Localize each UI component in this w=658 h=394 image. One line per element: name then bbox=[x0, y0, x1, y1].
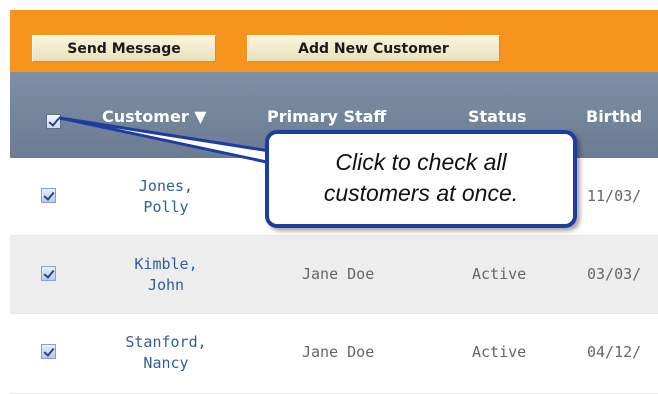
birthday-cell: 04/12/ bbox=[587, 343, 642, 361]
tooltip-callout: Click to check all customers at once. bbox=[265, 130, 577, 228]
select-all-checkbox[interactable] bbox=[46, 114, 61, 129]
birthday-cell: 03/03/ bbox=[587, 265, 642, 283]
customer-last-name: Stanford, bbox=[125, 333, 207, 351]
birthday-cell: 11/03/ bbox=[587, 187, 642, 205]
customer-last-name: Jones, bbox=[138, 177, 194, 195]
customer-name-link[interactable]: Kimble, John bbox=[106, 254, 226, 296]
status-cell: Active bbox=[472, 343, 527, 361]
customer-first-name: Polly bbox=[143, 198, 189, 216]
customer-name-link[interactable]: Jones, Polly bbox=[106, 176, 226, 218]
primary-staff-cell: Jane Doe bbox=[302, 343, 375, 361]
column-header-primary-staff[interactable]: Primary Staff bbox=[267, 107, 386, 126]
customer-first-name: Nancy bbox=[143, 354, 189, 372]
column-header-customer[interactable]: Customer ▼ bbox=[102, 107, 207, 126]
customer-last-name: Kimble, bbox=[134, 255, 198, 273]
column-header-birthday[interactable]: Birthd bbox=[586, 107, 642, 126]
customer-list-screen: Send Message Add New Customer Customer ▼… bbox=[0, 0, 658, 394]
add-new-customer-button[interactable]: Add New Customer bbox=[247, 35, 500, 62]
primary-staff-cell: Jane Doe bbox=[302, 265, 375, 283]
customer-first-name: John bbox=[147, 276, 185, 294]
send-message-button[interactable]: Send Message bbox=[32, 35, 216, 62]
callout-text-line-2: customers at once. bbox=[323, 180, 519, 206]
table-row: Stanford, Nancy Jane Doe Active 04/12/ bbox=[10, 314, 658, 394]
row-checkbox[interactable] bbox=[41, 266, 56, 281]
callout-text-line-1: Click to check all bbox=[335, 149, 507, 175]
row-checkbox[interactable] bbox=[41, 188, 56, 203]
column-header-status[interactable]: Status bbox=[468, 107, 527, 126]
action-toolbar: Send Message Add New Customer bbox=[10, 10, 658, 71]
table-row: Kimble, John Jane Doe Active 03/03/ bbox=[10, 236, 658, 314]
status-cell: Active bbox=[472, 265, 527, 283]
customer-name-link[interactable]: Stanford, Nancy bbox=[106, 332, 226, 374]
row-checkbox[interactable] bbox=[41, 344, 56, 359]
